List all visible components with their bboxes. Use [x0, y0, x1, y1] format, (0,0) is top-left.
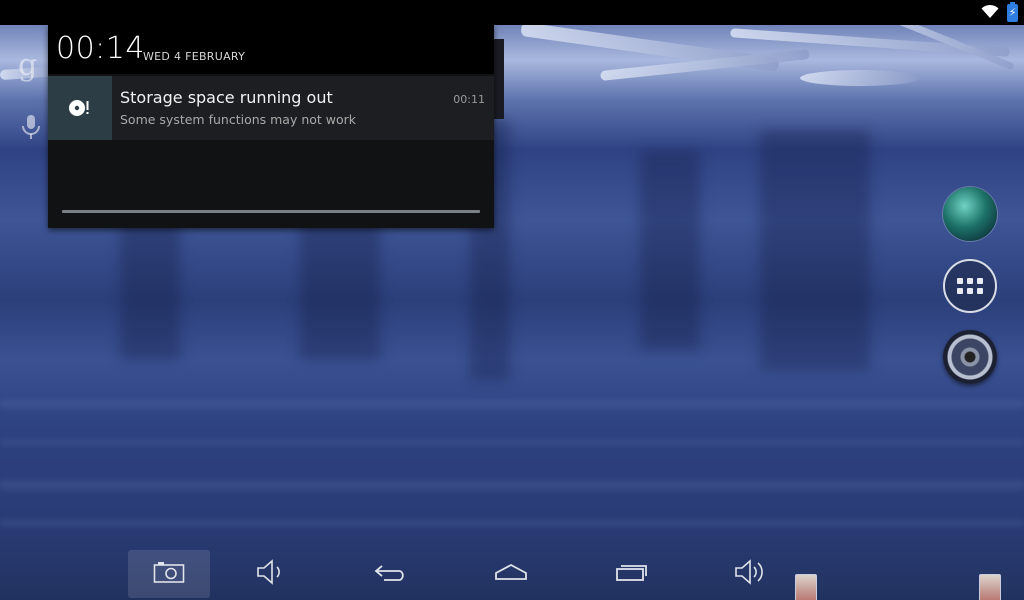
shade-edge [494, 39, 504, 119]
volume-down-button[interactable] [230, 550, 312, 598]
screenshot-icon [153, 560, 185, 588]
google-search-logo[interactable]: g [18, 48, 37, 83]
notification-title: Storage space running out [120, 88, 333, 107]
shade-date: WED 4 FEBRUARY [143, 50, 246, 63]
back-icon [374, 562, 408, 586]
recent-app-thumbnail[interactable] [795, 574, 817, 600]
home-icon [494, 563, 528, 585]
wifi-icon [981, 3, 999, 23]
notification-shade[interactable]: 00:14 WED 4 FEBRUARY Storage space runni… [48, 25, 494, 228]
browser-globe-icon[interactable] [943, 187, 997, 241]
recents-button[interactable] [591, 550, 673, 598]
recent-app-thumbnail[interactable] [979, 574, 1001, 600]
back-button[interactable] [350, 550, 432, 598]
mic-icon[interactable] [20, 114, 42, 140]
screenshot-button[interactable] [128, 550, 210, 598]
shade-header: 00:14 WED 4 FEBRUARY [48, 25, 494, 74]
shade-drag-handle[interactable] [62, 210, 480, 213]
status-bar[interactable]: ⚡ [0, 0, 1024, 25]
volume-up-button[interactable] [710, 550, 792, 598]
volume-up-icon [734, 559, 768, 589]
music-speaker-icon[interactable] [943, 330, 997, 384]
notification-text: Some system functions may not work [120, 112, 357, 127]
volume-down-icon [256, 559, 286, 589]
status-icons: ⚡ [981, 2, 1018, 23]
home-button[interactable] [470, 550, 552, 598]
storage-warning-icon [48, 76, 112, 140]
battery-charging-icon: ⚡ [1007, 2, 1018, 22]
app-drawer-icon[interactable] [943, 259, 997, 313]
notification-time: 00:11 [453, 93, 485, 106]
shade-clock: 00:14 [56, 31, 145, 66]
notification-storage[interactable]: Storage space running out Some system fu… [48, 76, 494, 140]
recents-icon [615, 562, 649, 586]
